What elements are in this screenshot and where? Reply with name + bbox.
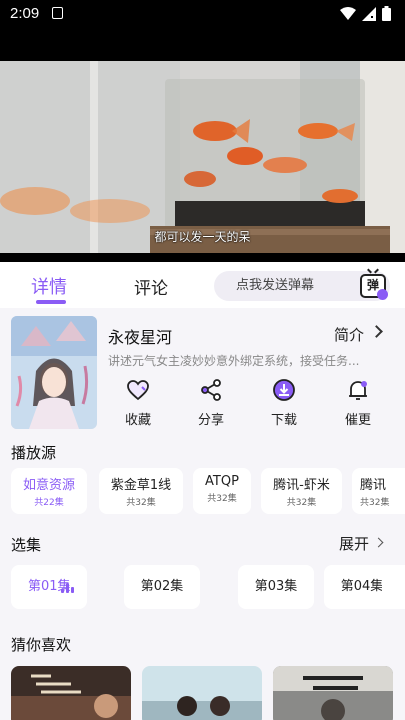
tab-detail[interactable]: 详情 (31, 273, 67, 299)
share-icon (201, 379, 221, 401)
source-count: 共32集 (286, 498, 317, 508)
video-subtitle: 都可以发一天的呆 (154, 230, 251, 244)
source-count: 共32集 (360, 498, 390, 508)
recommendations-title: 猜你喜欢 (11, 636, 72, 654)
expand-episodes-button[interactable]: 展开 (339, 533, 369, 554)
status-icons (340, 6, 391, 21)
episode-item[interactable]: 第03集 (238, 565, 314, 609)
wifi-icon (340, 6, 356, 20)
episode-list[interactable]: 第01集 第02集 第03集 第04集 (11, 565, 405, 611)
poster-art (11, 316, 97, 429)
status-time: 2:09 (10, 5, 40, 22)
chevron-right-icon (373, 537, 384, 548)
source-item[interactable]: 腾讯 共32集 (352, 468, 405, 514)
notification-icon (52, 7, 63, 19)
bell-icon (349, 381, 367, 400)
app-screen: 2:09 都可以发一天的呆 详情 评论 点我发送弹幕 弹 永夜星河 简介 讲述元… (0, 0, 405, 720)
check-icon (377, 289, 388, 300)
recommendation-card[interactable] (11, 666, 131, 720)
remind-update-button[interactable]: 催更 (328, 378, 388, 428)
heart-icon (127, 380, 149, 401)
episode-item[interactable]: 第02集 (124, 565, 200, 609)
download-button[interactable]: 下载 (254, 378, 314, 428)
source-name: 紫金草1线 (110, 478, 172, 493)
remind-update-label: 催更 (344, 413, 371, 428)
tab-comments[interactable]: 评论 (134, 274, 168, 299)
source-item[interactable]: ATQP 共32集 (193, 468, 251, 514)
show-title: 永夜星河 (108, 328, 173, 347)
source-name: 如意资源 (22, 478, 75, 493)
favorite-label: 收藏 (124, 413, 151, 428)
source-list[interactable]: 如意资源 共22集 紫金草1线 共32集 ATQP 共32集 腾讯-虾米 共32… (11, 468, 405, 516)
download-icon (273, 379, 295, 401)
recommendation-card[interactable] (273, 666, 393, 720)
video-frame[interactable] (0, 61, 405, 253)
episode-item[interactable] (382, 565, 405, 609)
chevron-right-icon (370, 325, 383, 338)
video-scene (0, 61, 405, 253)
episodes-title: 选集 (11, 536, 42, 554)
favorite-button[interactable]: 收藏 (108, 378, 168, 428)
source-name: 腾讯-虾米 (273, 478, 330, 493)
recommendation-list[interactable] (11, 666, 405, 720)
poster-image[interactable] (11, 316, 97, 429)
share-label: 分享 (197, 413, 224, 428)
signal-icon (362, 6, 376, 21)
intro-link[interactable]: 简介 (334, 324, 364, 345)
sources-title: 播放源 (11, 444, 57, 462)
battery-icon (382, 6, 391, 21)
episode-label: 第03集 (254, 579, 298, 594)
recommendation-poster (142, 666, 262, 720)
show-summary[interactable]: 讲述元气女主凌妙妙意外绑定系统，接受任务... (108, 352, 390, 369)
source-item[interactable]: 如意资源 共22集 (11, 468, 87, 514)
source-item[interactable]: 紫金草1线 共32集 (99, 468, 183, 514)
download-label: 下载 (270, 413, 297, 428)
source-count: 共22集 (34, 498, 64, 508)
recommendation-poster (273, 666, 393, 720)
active-tab-indicator (36, 300, 66, 304)
source-count: 共32集 (207, 494, 237, 504)
source-count: 共32集 (126, 498, 156, 508)
danmaku-toggle-button[interactable]: 弹 (360, 274, 388, 300)
source-name: 腾讯 (360, 478, 387, 493)
episode-label: 第02集 (140, 579, 184, 594)
status-bar: 2:09 (0, 0, 405, 28)
detail-tabs: 详情 评论 点我发送弹幕 弹 (0, 262, 405, 308)
recommendation-poster (11, 666, 131, 720)
action-row: 收藏 分享 下载 催更 (108, 378, 398, 432)
playing-indicator-icon (61, 583, 75, 593)
video-player[interactable]: 都可以发一天的呆 (0, 28, 405, 262)
detail-content: 永夜星河 简介 讲述元气女主凌妙妙意外绑定系统，接受任务... 收藏 分享 下载… (0, 308, 405, 720)
source-item[interactable]: 腾讯-虾米 共32集 (261, 468, 342, 514)
share-button[interactable]: 分享 (181, 378, 241, 428)
episode-label: 第04集 (340, 579, 384, 594)
episode-item[interactable]: 第01集 (11, 565, 87, 609)
source-name: ATQP (205, 474, 239, 489)
recommendation-card[interactable] (142, 666, 262, 720)
danmaku-button-label: 弹 (366, 278, 379, 292)
